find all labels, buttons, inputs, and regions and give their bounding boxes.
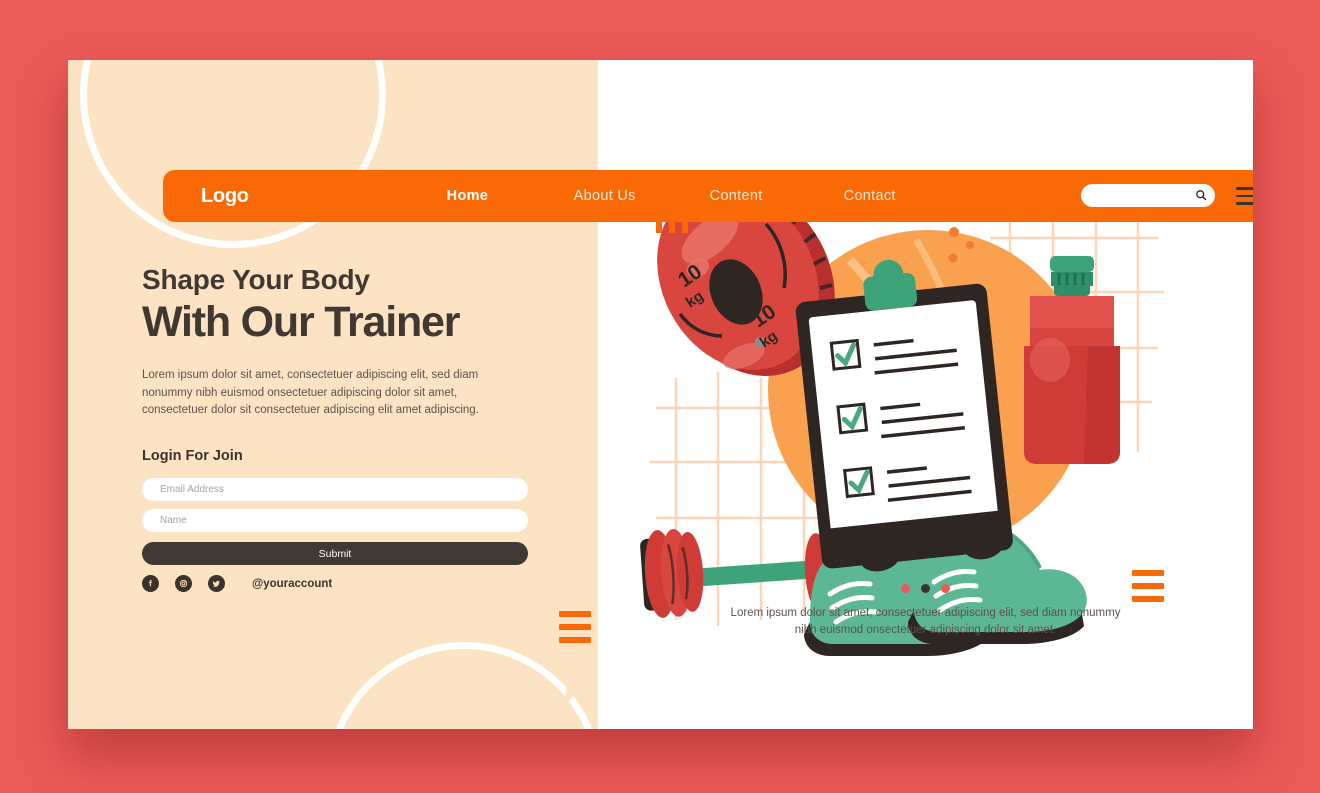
hero-title: With Our Trainer [142,298,460,346]
carousel-dot-1[interactable] [901,584,910,593]
hero-description: Lorem ipsum dolor sit amet, consectetuer… [142,369,479,417]
top-navigation-bar: Logo Home About Us Content Contact [163,170,1253,222]
decorative-bars-left [559,611,591,650]
nav-link-about-us[interactable]: About Us [574,188,710,204]
hero-subtitle: Shape Your Body [142,264,370,295]
bar-2 [1132,583,1164,589]
decorative-bars-right [1132,570,1164,609]
nav-links: Home About Us Content Contact [447,188,896,204]
search-box[interactable] [1081,184,1215,207]
bar-1 [1132,570,1164,576]
login-form: Login For Join Submit [142,448,528,565]
nav-link-contact[interactable]: Contact [844,188,896,204]
carousel-dot-2[interactable] [921,584,930,593]
social-links: @youraccount [142,575,332,592]
carousel-caption: Lorem ipsum dolor sit amet, consectetuer… [730,607,1121,637]
bar-2 [559,624,591,630]
facebook-icon[interactable] [142,575,159,592]
bar-1 [559,611,591,617]
submit-button[interactable]: Submit [142,542,528,565]
site-logo[interactable]: Logo [201,185,249,208]
hamburger-line-2 [1236,194,1253,198]
form-title: Login For Join [142,448,243,464]
twitter-icon[interactable] [208,575,225,592]
nav-link-content[interactable]: Content [710,188,844,204]
bar-3 [559,637,591,643]
hero-section: Shape Your Body With Our Trainer Lorem i… [142,264,542,420]
social-handle: @youraccount [252,577,333,590]
instagram-icon[interactable] [175,575,192,592]
decorative-circle-bottom [326,642,598,729]
landing-page-card: 10 kg 10 kg Lorem ipsum dolor sit amet, … [68,60,1253,729]
email-field[interactable] [142,478,528,501]
illustration-panel: 10 kg 10 kg Lorem ipsum dolor sit amet, … [598,60,1253,729]
hamburger-menu-icon[interactable] [1236,187,1253,205]
nav-link-home[interactable]: Home [447,188,574,204]
hamburger-line-1 [1236,187,1253,190]
search-icon[interactable] [1195,189,1207,201]
carousel-dot-3[interactable] [941,584,950,593]
name-field[interactable] [142,509,528,532]
hamburger-line-3 [1236,202,1253,205]
search-input[interactable] [1090,190,1194,201]
bar-3 [1132,596,1164,602]
